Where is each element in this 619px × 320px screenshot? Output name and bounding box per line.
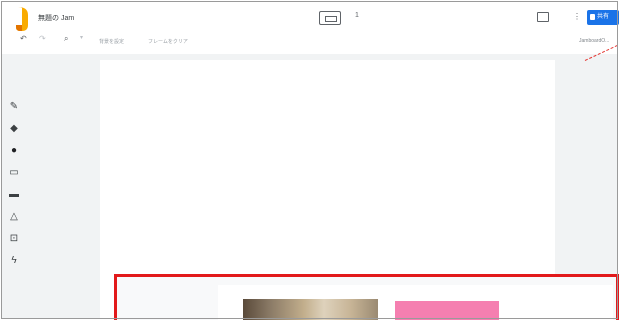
photo-thumbnail[interactable] <box>243 299 378 320</box>
clear-frame-button[interactable]: フレームをクリア <box>148 38 188 45</box>
tool-palette: ✎ ◆ ● ▭ ▬ △ ⊡ ϟ <box>6 100 24 272</box>
jamboard-info-link[interactable]: JamboardO... <box>579 38 609 44</box>
redo-icon[interactable]: ↷ <box>39 34 46 43</box>
share-label: 共有 <box>597 14 610 20</box>
more-options-icon[interactable]: ⋮ <box>573 12 581 21</box>
undo-icon[interactable]: ↶ <box>20 34 27 43</box>
eraser-tool-icon[interactable]: ◆ <box>6 122 22 136</box>
pink-sticky-note[interactable] <box>395 301 499 320</box>
sticky-note-tool-icon[interactable]: ▭ <box>6 166 22 180</box>
laser-tool-icon[interactable]: ϟ <box>6 254 22 268</box>
jamboard-window: 無題の Jam 1 ⋮ 共有 ↶ ↷ ⌕ ▾ 背景を設定 フレームをクリア Ja… <box>0 0 619 320</box>
zoom-icon[interactable]: ⌕ <box>64 34 68 44</box>
select-tool-icon[interactable]: ● <box>6 144 22 158</box>
shape-tool-icon[interactable]: △ <box>6 210 22 224</box>
app-header: 無題の Jam 1 ⋮ 共有 ↶ ↷ ⌕ ▾ 背景を設定 フレームをクリア Ja… <box>2 2 619 54</box>
frame-count: 1 <box>355 12 359 19</box>
text-box-tool-icon[interactable]: ⊡ <box>6 232 22 246</box>
image-tool-icon[interactable]: ▬ <box>6 188 22 202</box>
jamboard-logo-icon[interactable] <box>14 7 30 31</box>
share-button[interactable]: 共有 <box>587 10 619 25</box>
frame-bar-button[interactable] <box>319 11 341 25</box>
zoom-dropdown-icon[interactable]: ▾ <box>80 34 83 41</box>
set-background-button[interactable]: 背景を設定 <box>99 38 124 45</box>
pen-tool-icon[interactable]: ✎ <box>6 100 22 114</box>
present-icon[interactable] <box>537 12 549 22</box>
document-title[interactable]: 無題の Jam <box>38 13 74 23</box>
